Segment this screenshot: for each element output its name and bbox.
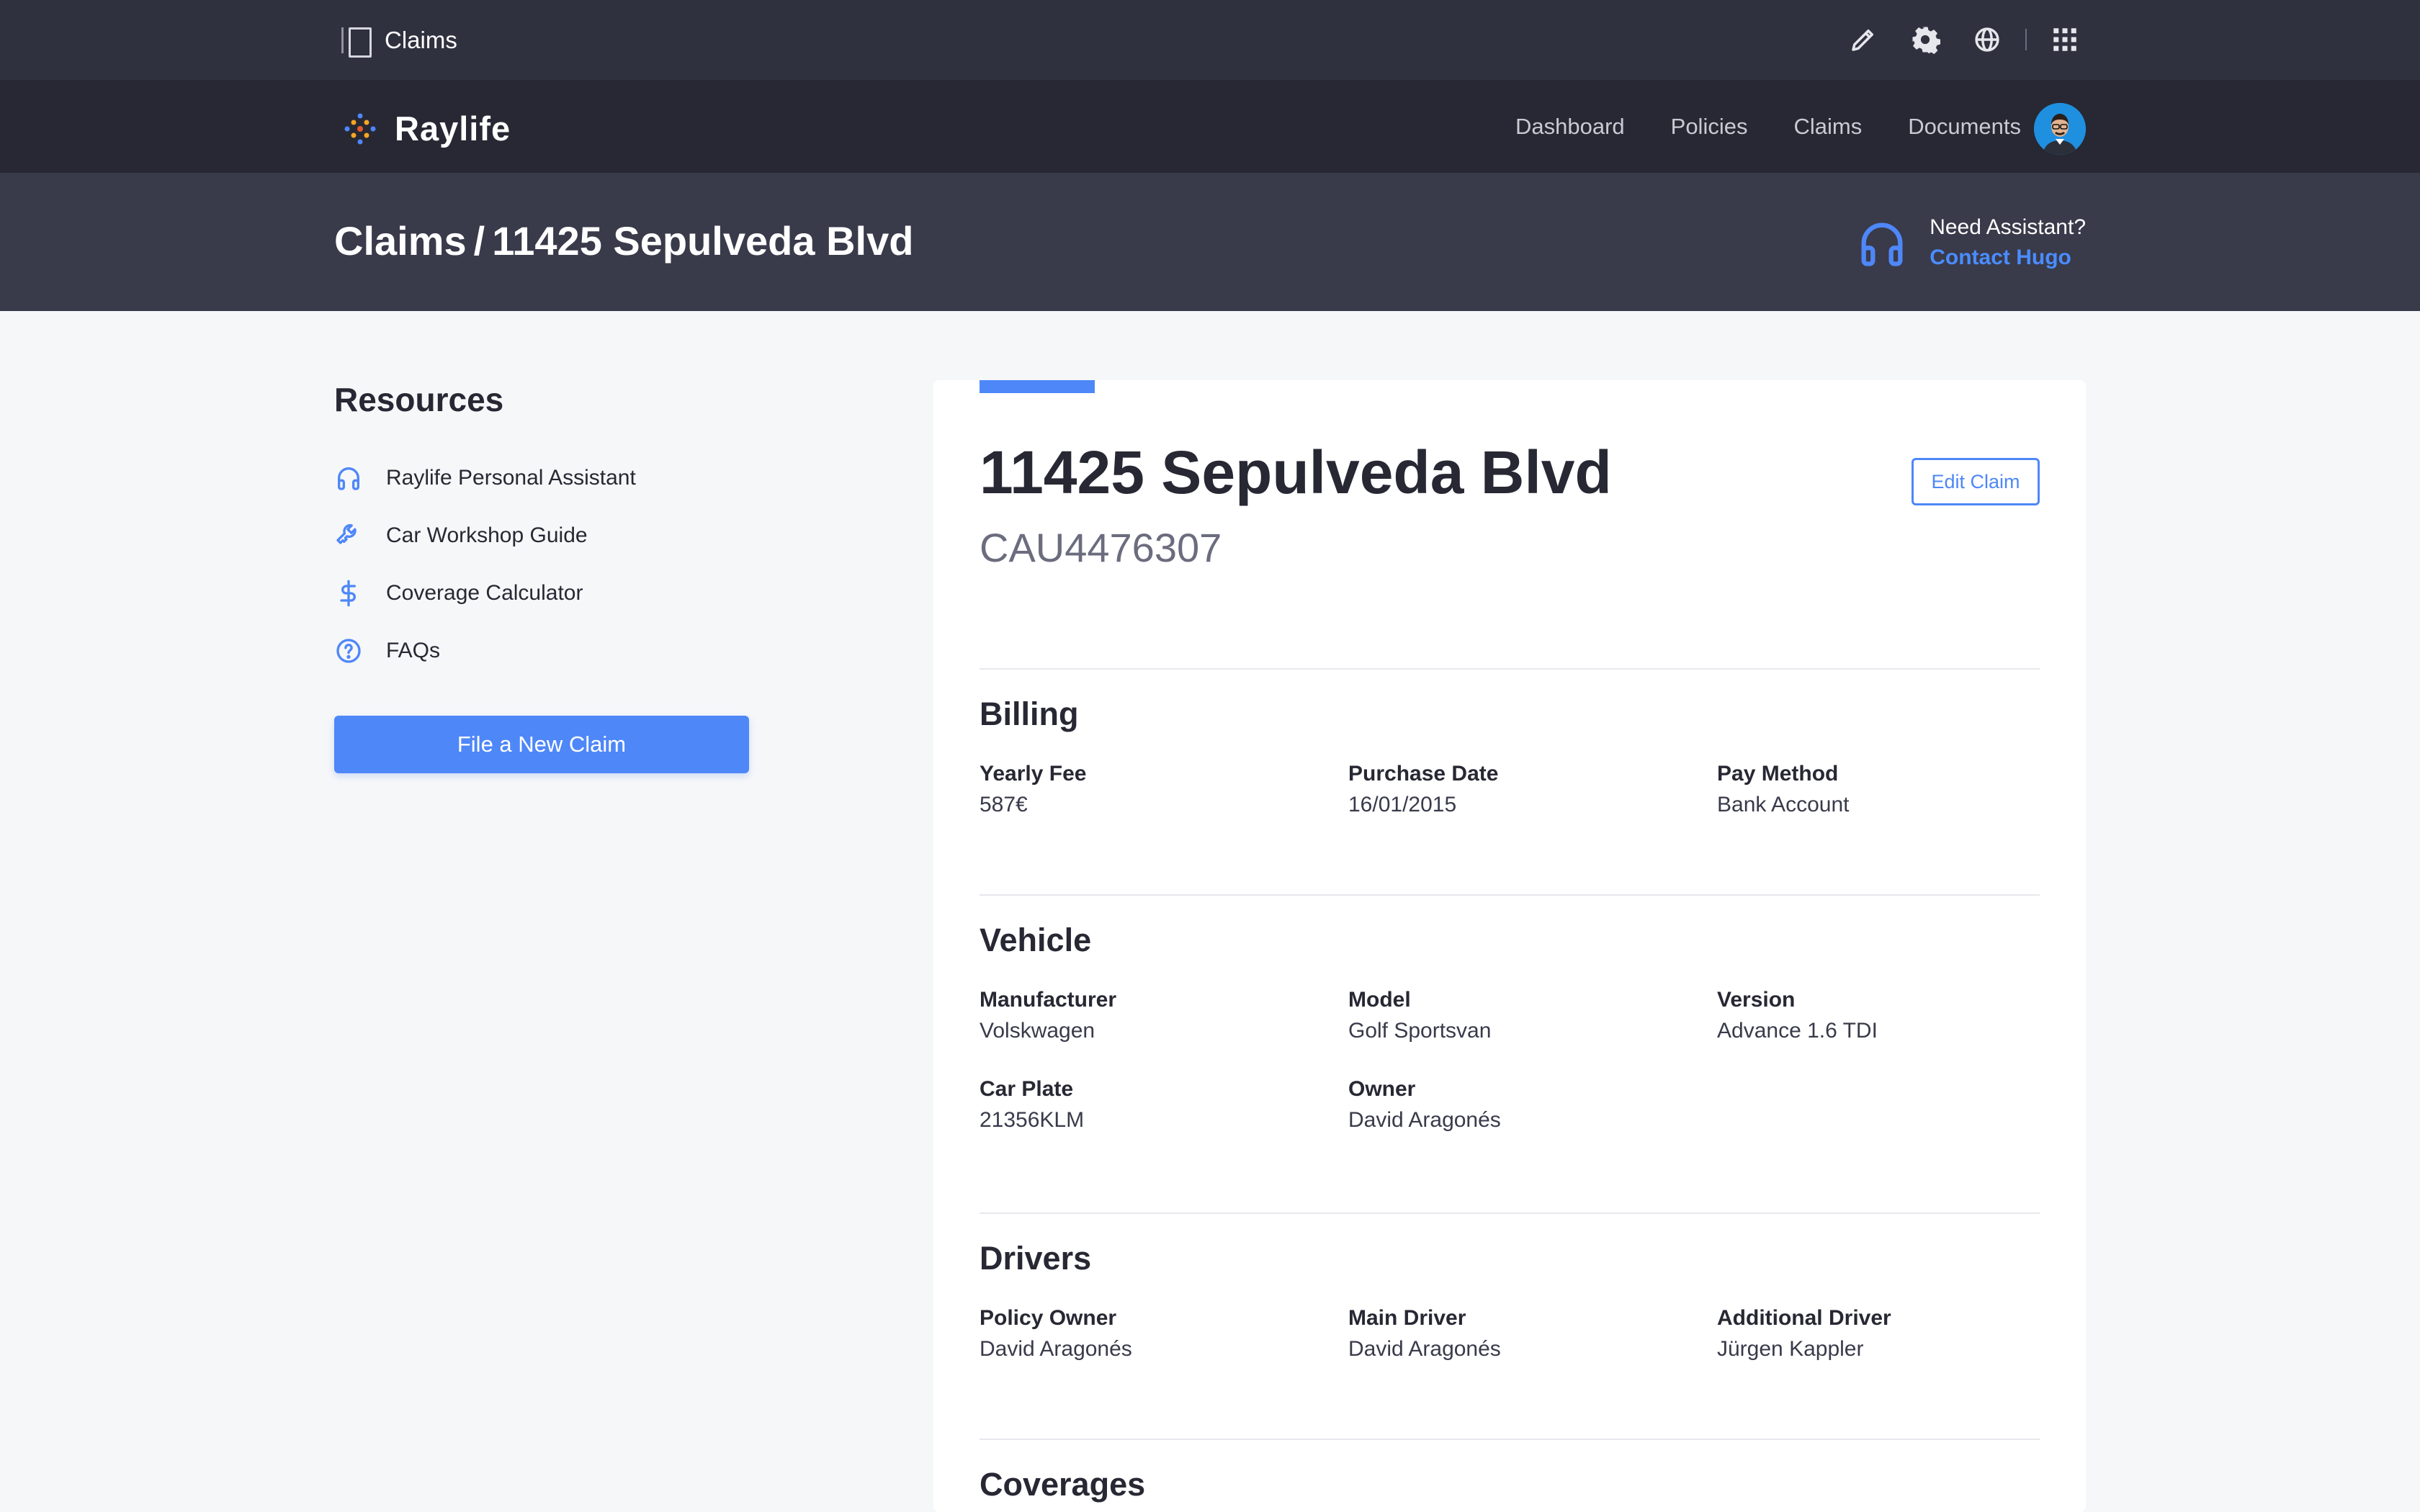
resource-car-workshop-guide[interactable]: Car Workshop Guide	[334, 507, 752, 564]
drivers-section: Drivers Policy Owner David Aragonés Main…	[980, 1212, 2040, 1367]
field-version: Version Advance 1.6 TDI	[1717, 986, 2040, 1048]
breadcrumb-separator: /	[473, 218, 485, 264]
user-avatar[interactable]	[2034, 103, 2086, 155]
field-label: Policy Owner	[980, 1306, 1117, 1330]
gear-icon[interactable]	[1910, 24, 1940, 55]
field-yearly-fee: Yearly Fee 587€	[980, 760, 1348, 822]
field-additional-driver: Additional Driver Jürgen Kappler	[1717, 1305, 2040, 1367]
page-header: Claims/11425 Sepulveda Blvd Need Assista…	[0, 173, 2420, 311]
field-label: Purchase Date	[1348, 762, 1499, 786]
section-title: Drivers	[980, 1240, 1092, 1277]
sidebar-toggle-icon[interactable]	[340, 26, 372, 58]
field-pay-method: Pay Method Bank Account	[1717, 760, 2040, 822]
field-label: Additional Driver	[1717, 1306, 1891, 1330]
headset-icon	[338, 467, 359, 490]
field-owner: Owner David Aragonés	[1348, 1076, 1717, 1138]
field-value: Advance 1.6 TDI	[1717, 1019, 1878, 1043]
control-bar-left: Claims	[340, 26, 457, 58]
contact-hugo-link[interactable]: Contact Hugo	[1930, 242, 2086, 274]
nav-link-policies[interactable]: Policies	[1671, 114, 1748, 140]
field-policy-owner: Policy Owner David Aragonés	[980, 1305, 1348, 1367]
field-value: Volskwagen	[980, 1019, 1095, 1043]
pencil-icon[interactable]	[1848, 24, 1878, 55]
field-label: Pay Method	[1717, 762, 1839, 786]
assist-question: Need Assistant?	[1930, 215, 2086, 239]
field-label: Yearly Fee	[980, 762, 1087, 786]
resource-label: Car Workshop Guide	[386, 523, 588, 547]
main-navbar: Raylife Dashboard Policies Claims Docume…	[0, 80, 2420, 173]
nav-link-dashboard[interactable]: Dashboard	[1515, 114, 1625, 140]
field-value: Bank Account	[1717, 793, 1850, 816]
field-value: Golf Sportsvan	[1348, 1019, 1492, 1043]
resource-label: Coverage Calculator	[386, 581, 583, 605]
field-purchase-date: Purchase Date 16/01/2015	[1348, 760, 1717, 822]
apps-grid-icon[interactable]	[2050, 24, 2080, 55]
field-car-plate: Car Plate 21356KLM	[980, 1076, 1348, 1138]
brand-name: Raylife	[395, 109, 511, 148]
section-title: Vehicle	[980, 922, 1092, 958]
billing-section: Billing Yearly Fee 587€ Purchase Date 16…	[980, 668, 2040, 822]
section-title: Billing	[980, 696, 1079, 732]
claim-title: 11425 Sepulveda Blvd	[980, 438, 1612, 506]
field-label: Owner	[1348, 1077, 1416, 1101]
brand[interactable]: Raylife	[341, 109, 511, 148]
card-accent-bar	[980, 380, 1095, 393]
field-value: David Aragonés	[980, 1337, 1132, 1361]
resource-personal-assistant[interactable]: Raylife Personal Assistant	[334, 449, 752, 507]
question-circle-icon	[336, 639, 361, 663]
resource-faqs[interactable]: FAQs	[334, 622, 752, 680]
nav-links: Dashboard Policies Claims Documents	[1515, 80, 2021, 173]
field-label: Version	[1717, 988, 1796, 1012]
globe-icon[interactable]	[1972, 24, 2002, 55]
control-bar-title: Claims	[385, 27, 457, 53]
field-label: Main Driver	[1348, 1306, 1466, 1330]
claim-card: 11425 Sepulveda Blvd CAU4476307 Edit Cla…	[933, 380, 2086, 1512]
breadcrumb-root[interactable]: Claims	[334, 218, 467, 264]
coverages-section: Coverages	[980, 1439, 2040, 1503]
resources-title: Resources	[334, 381, 504, 418]
field-main-driver: Main Driver David Aragonés	[1348, 1305, 1717, 1367]
nav-link-documents[interactable]: Documents	[1908, 114, 2021, 140]
field-value: 587€	[980, 793, 1028, 816]
field-value: 16/01/2015	[1348, 793, 1457, 816]
resource-coverage-calculator[interactable]: Coverage Calculator	[334, 564, 752, 622]
field-label: Model	[1348, 988, 1411, 1012]
wrench-icon	[336, 523, 357, 544]
breadcrumb: Claims/11425 Sepulveda Blvd	[334, 217, 913, 264]
headset-icon	[1861, 222, 1903, 266]
control-bar-actions	[1848, 24, 2080, 55]
field-label: Car Plate	[980, 1077, 1074, 1101]
raylife-logo-icon	[344, 113, 376, 144]
assistant-contact: Need Assistant? Contact Hugo	[1855, 213, 2086, 274]
section-title: Coverages	[980, 1466, 1146, 1503]
resource-label: Raylife Personal Assistant	[386, 466, 636, 490]
vehicle-section: Vehicle Manufacturer Volskwagen Model Go…	[980, 894, 2040, 1138]
control-bar-divider	[2025, 29, 2027, 50]
resources-panel: Resources Raylife Personal Assistant Car…	[334, 380, 752, 773]
field-value: Jürgen Kappler	[1717, 1337, 1864, 1361]
breadcrumb-current: 11425 Sepulveda Blvd	[492, 218, 914, 264]
field-model: Model Golf Sportsvan	[1348, 986, 1717, 1048]
edit-claim-button[interactable]: Edit Claim	[1912, 458, 2040, 505]
claim-code: CAU4476307	[980, 525, 1222, 570]
nav-link-claims[interactable]: Claims	[1793, 114, 1862, 140]
file-new-claim-button[interactable]: File a New Claim	[334, 716, 749, 773]
field-value: David Aragonés	[1348, 1108, 1501, 1132]
field-value: 21356KLM	[980, 1108, 1085, 1132]
field-manufacturer: Manufacturer Volskwagen	[980, 986, 1348, 1048]
dollar-icon	[340, 580, 356, 607]
field-label: Manufacturer	[980, 988, 1117, 1012]
field-value: David Aragonés	[1348, 1337, 1501, 1361]
control-bar: Claims	[0, 0, 2420, 80]
resource-label: FAQs	[386, 639, 441, 662]
